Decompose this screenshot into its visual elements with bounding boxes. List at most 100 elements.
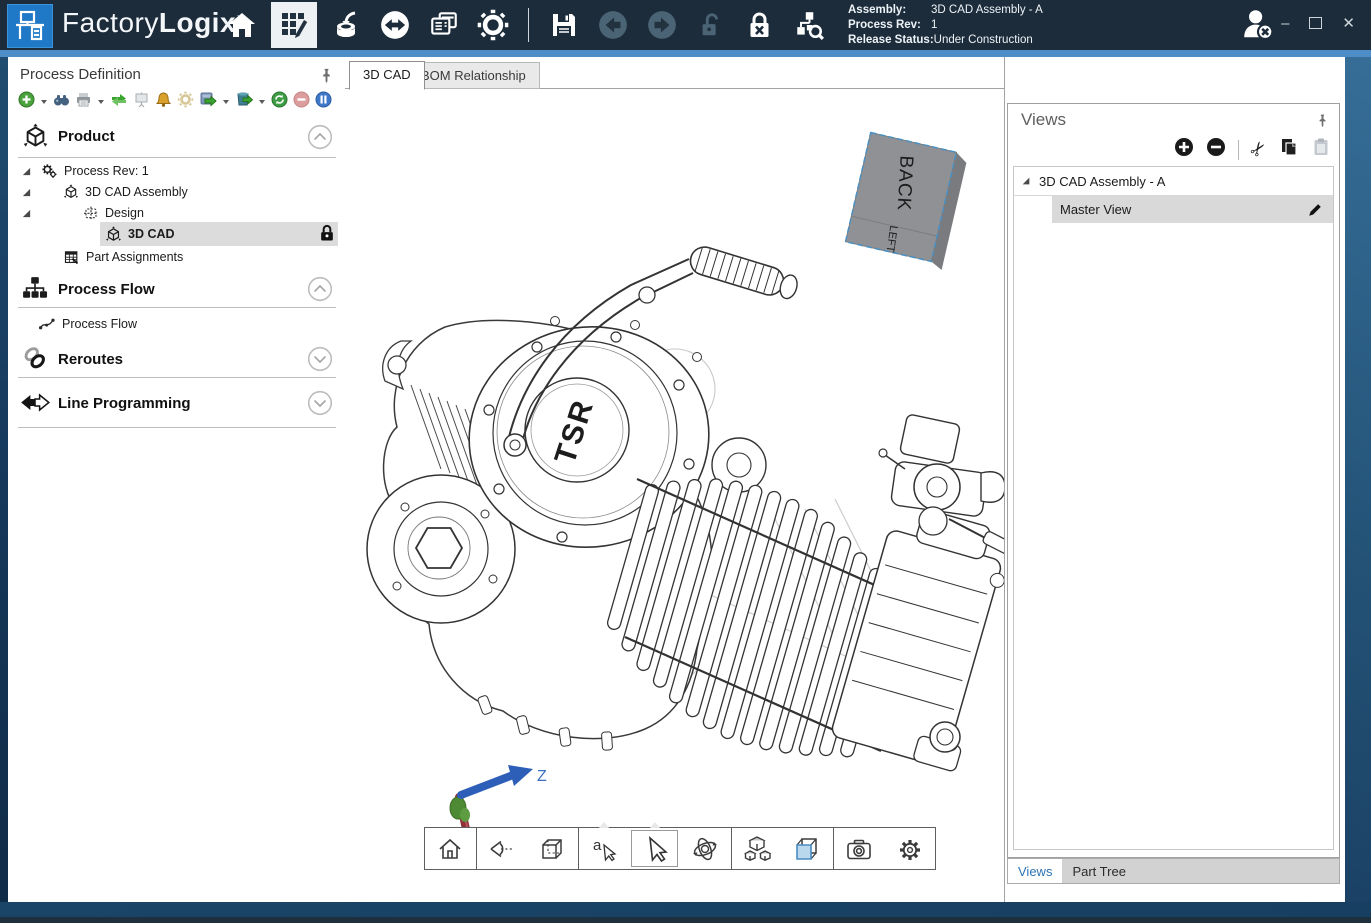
lock-button[interactable] xyxy=(740,2,780,48)
pointer-select-button[interactable] xyxy=(629,828,680,869)
close-button[interactable]: ✕ xyxy=(1342,14,1355,32)
line-programming-section-header[interactable]: Line Programming xyxy=(58,395,191,412)
views-panel: Views ✂ 3D CAD Assembly - A Master View xyxy=(1005,57,1345,902)
add-dropdown-caret[interactable] xyxy=(41,100,47,104)
reroutes-section-header[interactable]: Reroutes xyxy=(58,351,123,368)
section-view-button[interactable] xyxy=(782,828,833,869)
document-tabstrip: 3D CAD BOM Relationship xyxy=(345,57,1004,89)
product-cube-icon xyxy=(22,123,49,150)
line-programming-expand-icon[interactable] xyxy=(307,390,333,416)
save-button[interactable] xyxy=(544,2,584,48)
assembly-status-block: Assembly:3D CAD Assembly - A Process Rev… xyxy=(848,3,1043,48)
paste-button[interactable] xyxy=(1311,137,1331,162)
release-status-value: Under Construction xyxy=(934,33,1033,48)
logout-button[interactable] xyxy=(1240,6,1276,47)
print-button[interactable] xyxy=(75,91,92,113)
expander-icon[interactable] xyxy=(21,187,32,198)
minimize-button[interactable]: – xyxy=(1281,15,1289,32)
expander-icon[interactable] xyxy=(21,208,32,219)
process-flow-section-header[interactable]: Process Flow xyxy=(58,281,155,298)
undo-button[interactable] xyxy=(593,2,633,48)
audit-trail-button[interactable] xyxy=(789,2,829,48)
copy-button[interactable] xyxy=(1279,137,1299,162)
views-box: Views ✂ 3D CAD Assembly - A Master View xyxy=(1007,103,1340,858)
archive-button[interactable] xyxy=(235,91,253,113)
expander-icon[interactable] xyxy=(21,166,32,177)
redo-button[interactable] xyxy=(642,2,682,48)
viewport-toolbar: a xyxy=(424,827,936,870)
product-collapse-icon[interactable] xyxy=(307,124,333,150)
tree-item-assembly[interactable]: 3D CAD Assembly xyxy=(21,181,188,203)
divider xyxy=(18,377,336,378)
add-view-button[interactable] xyxy=(1174,137,1194,162)
tab-views[interactable]: Views xyxy=(1008,859,1062,883)
cut-button[interactable]: ✂ xyxy=(1245,136,1273,162)
sync-button[interactable] xyxy=(375,2,415,48)
documents-button[interactable] xyxy=(424,2,464,48)
expander-icon[interactable] xyxy=(1021,176,1031,186)
feeder-setup-button[interactable] xyxy=(326,2,366,48)
home-view-icon xyxy=(436,835,464,863)
dropdown-caret-icon[interactable] xyxy=(650,822,660,828)
application-window: FactoryLogix™ xyxy=(0,0,1371,923)
orbit-button[interactable] xyxy=(680,828,731,869)
tree-item-part-assignments[interactable]: Part Assignments xyxy=(63,246,183,268)
pause-icon xyxy=(315,91,332,108)
maximize-button[interactable] xyxy=(1309,17,1322,29)
home-button[interactable] xyxy=(222,2,262,48)
unlock-button[interactable] xyxy=(691,2,731,48)
print-dropdown-caret[interactable] xyxy=(98,100,104,104)
refresh-button[interactable] xyxy=(271,91,288,113)
product-section-header[interactable]: Product xyxy=(58,128,115,145)
tab-part-tree[interactable]: Part Tree xyxy=(1062,859,1135,883)
tab-bom-relationship[interactable]: BOM Relationship xyxy=(407,62,540,89)
text-select-button[interactable]: a xyxy=(579,828,630,869)
settings-gear-icon xyxy=(476,8,510,42)
tree-item-process-flow[interactable]: Process Flow xyxy=(38,313,137,335)
process-definition-panel: Process Definition Product xyxy=(8,57,346,902)
edit-pencil-icon[interactable] xyxy=(1307,202,1323,218)
gears-icon xyxy=(41,163,58,180)
process-rev-value: 1 xyxy=(931,18,937,33)
audit-trail-icon xyxy=(793,9,825,41)
tree-item-3d-cad[interactable]: 3D CAD xyxy=(105,223,175,245)
tree-item-process-rev[interactable]: Process Rev: 1 xyxy=(21,160,149,182)
scissors-icon: ✂ xyxy=(1246,137,1272,162)
process-definition-button[interactable] xyxy=(271,2,317,48)
settings-button[interactable] xyxy=(473,2,513,48)
tab-3d-cad[interactable]: 3D CAD xyxy=(349,61,425,90)
home-view-button[interactable] xyxy=(425,828,476,869)
explode-view-button[interactable] xyxy=(732,828,783,869)
dropdown-caret-icon[interactable] xyxy=(599,822,609,828)
stop-button[interactable] xyxy=(293,91,310,113)
deploy-button[interactable] xyxy=(199,91,217,113)
archive-bucket-icon xyxy=(235,91,253,108)
divider xyxy=(18,307,336,308)
snapshot-button[interactable] xyxy=(834,828,885,869)
notify-button[interactable] xyxy=(155,91,172,113)
viewport-settings-button[interactable] xyxy=(884,828,935,869)
view-cube[interactable]: BACK LEFT xyxy=(844,133,968,270)
pin-icon[interactable] xyxy=(1315,113,1330,128)
wireframe-cube-icon xyxy=(538,835,566,863)
remove-view-button[interactable] xyxy=(1206,137,1226,162)
wireframe-mode-button[interactable] xyxy=(527,828,578,869)
config-button[interactable] xyxy=(177,91,194,113)
archive-dropdown-caret[interactable] xyxy=(259,100,265,104)
look-at-button[interactable] xyxy=(477,828,528,869)
views-tree-root[interactable]: 3D CAD Assembly - A xyxy=(1014,167,1333,196)
pause-button[interactable] xyxy=(315,91,332,113)
cad-canvas[interactable]: TSR xyxy=(345,89,1004,902)
views-tree-master-view[interactable]: Master View xyxy=(1052,196,1333,223)
process-flow-collapse-icon[interactable] xyxy=(307,276,333,302)
deploy-dropdown-caret[interactable] xyxy=(223,100,229,104)
pin-icon[interactable] xyxy=(318,67,335,84)
exchange-button[interactable] xyxy=(110,91,128,113)
assembly-cube-icon xyxy=(63,184,79,200)
find-button[interactable] xyxy=(53,91,70,113)
tree-item-design[interactable]: Design xyxy=(21,202,144,224)
add-button[interactable] xyxy=(18,91,35,113)
presentation-button[interactable] xyxy=(133,91,150,113)
reroutes-icon-wrap xyxy=(22,345,48,376)
reroutes-expand-icon[interactable] xyxy=(307,346,333,372)
